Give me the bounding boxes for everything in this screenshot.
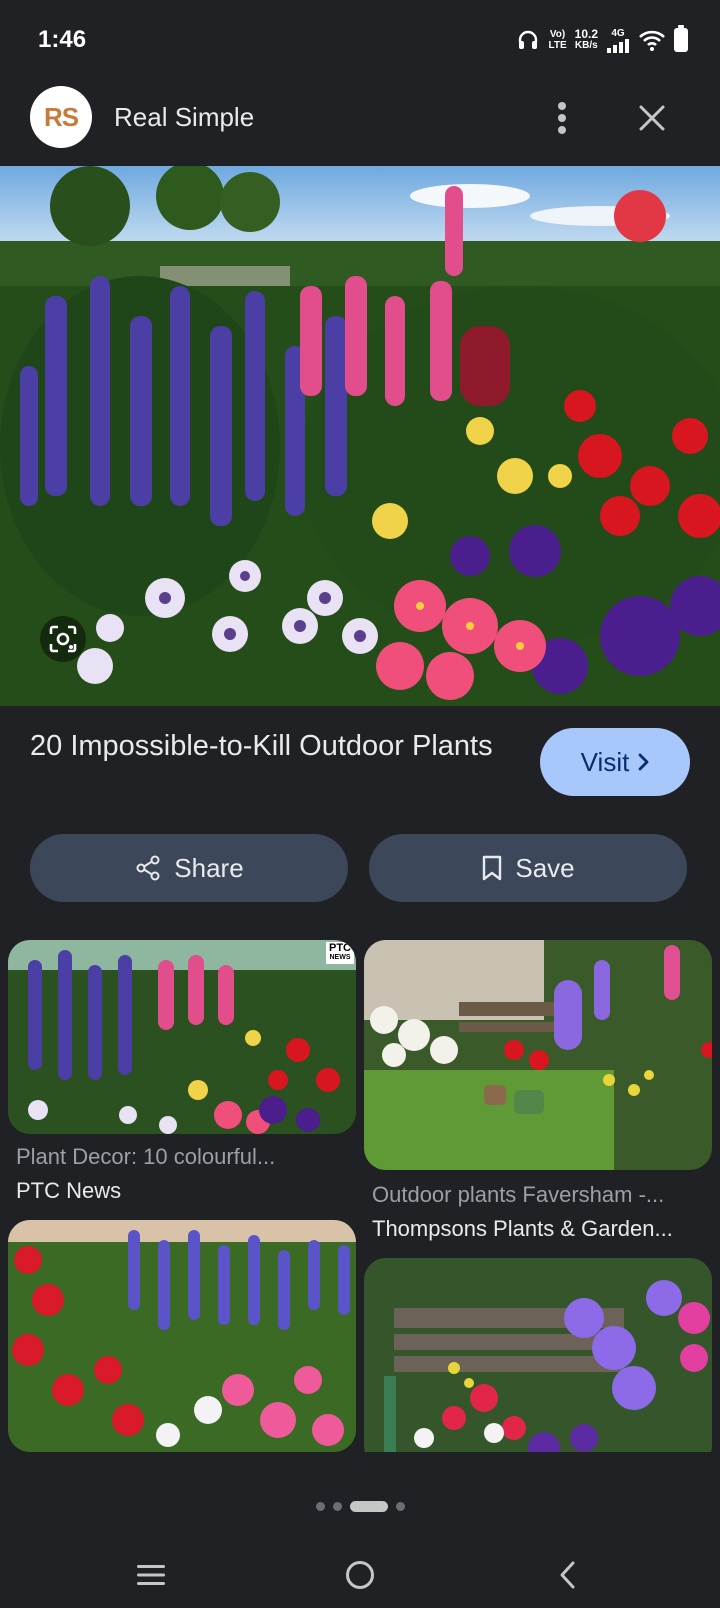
pager-indicator xyxy=(0,1498,720,1514)
status-time: 1:46 xyxy=(38,26,87,53)
pager-dot-active xyxy=(349,1500,388,1512)
close-icon xyxy=(639,105,665,131)
battery-icon xyxy=(674,25,688,52)
share-icon xyxy=(136,855,160,881)
signal-icon xyxy=(607,38,629,53)
ptc-news-badge: PTC NEWS xyxy=(326,942,354,964)
more-options-button[interactable] xyxy=(540,96,584,140)
home-button[interactable] xyxy=(335,1550,385,1600)
grid-card-image[interactable] xyxy=(364,940,712,1170)
back-icon xyxy=(560,1561,575,1589)
bookmark-icon xyxy=(483,855,502,881)
grid-card-source: Thompsons Plants & Garden... xyxy=(372,1216,673,1241)
menu-icon xyxy=(137,1565,165,1585)
pager-dot xyxy=(332,1501,342,1511)
wifi-icon xyxy=(639,30,665,51)
headphones-icon xyxy=(519,30,538,49)
hero-image[interactable] xyxy=(0,166,720,706)
share-button[interactable]: Share xyxy=(30,834,348,902)
close-button[interactable] xyxy=(630,96,674,140)
back-button[interactable] xyxy=(543,1550,593,1600)
volte-indicator: Vo) LTE xyxy=(548,29,567,51)
grid-card-title[interactable]: Outdoor plants Faversham -... xyxy=(372,1182,708,1208)
pager-dot xyxy=(315,1501,325,1511)
chevron-right-icon xyxy=(638,753,649,771)
grid-card-title[interactable]: Plant Decor: 10 colourful... xyxy=(16,1144,352,1170)
home-icon xyxy=(346,1561,374,1589)
share-label: Share xyxy=(174,852,244,883)
result-header: RS Real Simple xyxy=(0,82,720,154)
grid-fade xyxy=(0,1452,720,1482)
grid-card-source: PTC News xyxy=(16,1178,122,1203)
lens-button[interactable] xyxy=(40,616,86,662)
recents-button[interactable] xyxy=(126,1550,176,1600)
source-name[interactable]: Real Simple xyxy=(114,102,254,133)
lens-icon xyxy=(49,625,77,653)
more-vert-icon xyxy=(558,102,566,134)
result-title: 20 Impossible-to-Kill Outdoor Plants xyxy=(30,730,493,762)
visit-button[interactable]: Visit xyxy=(540,728,690,796)
grid-card-image[interactable] xyxy=(8,1220,356,1452)
status-icons: Vo) LTE 10.2 KB/s 4G xyxy=(516,25,688,54)
system-nav-bar xyxy=(0,1540,720,1608)
signal-indicator: 4G xyxy=(606,28,630,53)
pager-dot xyxy=(395,1501,405,1511)
save-button[interactable]: Save xyxy=(369,834,687,902)
status-bar: 1:46 Vo) LTE 10.2 KB/s 4G xyxy=(0,0,720,80)
source-avatar[interactable]: RS xyxy=(30,86,92,148)
visit-label: Visit xyxy=(580,746,630,777)
network-speed: 10.2 KB/s xyxy=(574,27,598,51)
save-label: Save xyxy=(515,852,575,883)
grid-card-image[interactable]: PTC NEWS xyxy=(8,940,356,1134)
grid-card-image[interactable] xyxy=(364,1258,712,1468)
